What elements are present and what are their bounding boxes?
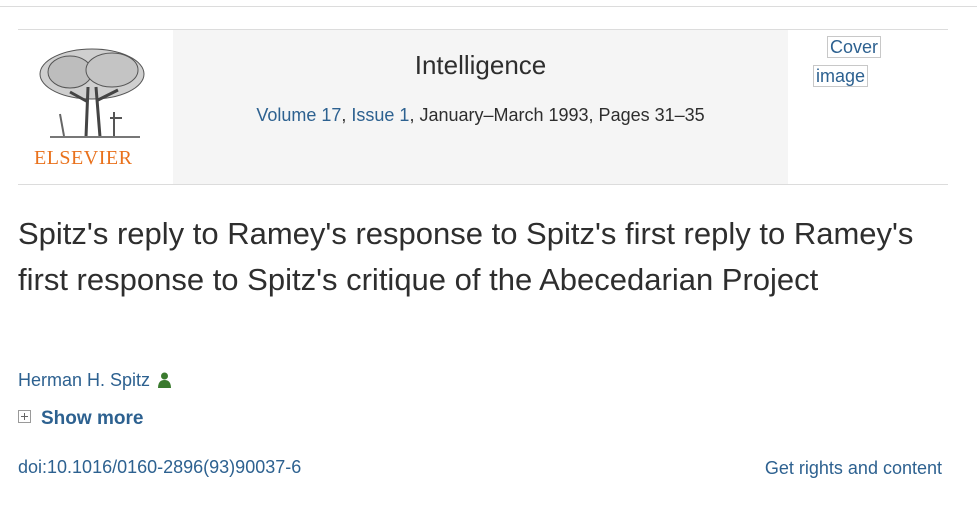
article-title: Spitz's reply to Ramey's response to Spi…	[18, 216, 914, 297]
journal-title[interactable]: Intelligence	[173, 50, 788, 81]
publication-header: ELSEVIER Intelligence Volume 17, Issue 1…	[18, 29, 948, 185]
cover-image-link[interactable]: Cover image	[813, 33, 893, 91]
issue-date-pages: , January–March 1993, Pages 31–35	[409, 105, 705, 125]
journal-title-text[interactable]: Intelligence	[415, 50, 547, 80]
cover-image-label-line1[interactable]: Cover	[827, 36, 882, 58]
doi-link[interactable]: doi:10.1016/0160-2896(93)90037-6	[18, 457, 301, 478]
elsevier-logo[interactable]: ELSEVIER	[18, 30, 173, 184]
show-more-label[interactable]: Show more	[41, 408, 143, 429]
volume-link[interactable]: Volume 17	[256, 105, 341, 125]
show-more-button[interactable]: Show more	[18, 408, 143, 430]
tree-icon	[39, 48, 145, 138]
get-rights-link[interactable]: Get rights and content	[765, 458, 942, 479]
top-divider	[0, 6, 977, 7]
cover-image-label-line2[interactable]: image	[813, 65, 869, 87]
volume-issue-separator: ,	[341, 105, 352, 125]
journal-issue-line: Volume 17, Issue 1, January–March 1993, …	[173, 105, 788, 126]
journal-info-panel: Intelligence Volume 17, Issue 1, January…	[173, 30, 788, 184]
issue-link[interactable]: Issue 1	[351, 105, 409, 125]
author-name[interactable]: Herman H. Spitz	[18, 370, 150, 390]
person-icon[interactable]	[158, 372, 172, 388]
plus-box-icon[interactable]	[18, 410, 31, 423]
publisher-logo-text: ELSEVIER	[34, 147, 133, 169]
author-link[interactable]: Herman H. Spitz	[18, 370, 172, 391]
